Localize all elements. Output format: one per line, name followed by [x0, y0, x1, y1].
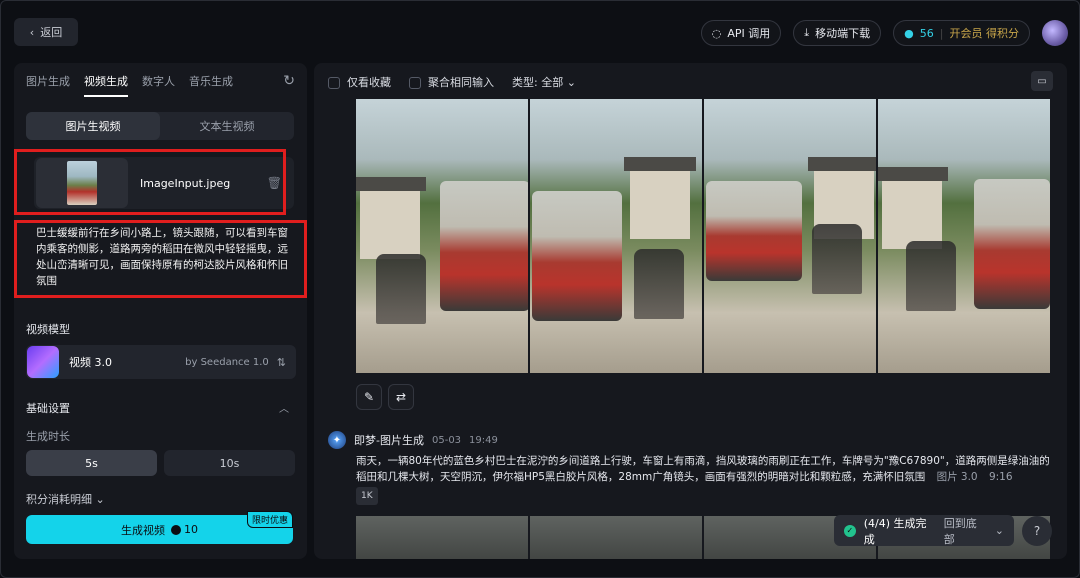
back-to-bottom-link[interactable]: 回到底部: [944, 515, 987, 547]
duration-label: 生成时长: [26, 430, 70, 443]
cost-detail-toggle[interactable]: 积分消耗明细 ⌄: [26, 491, 105, 507]
result-image[interactable]: [530, 99, 702, 373]
duration-10s[interactable]: 10s: [164, 450, 295, 476]
chevron-down-icon: ⌄: [994, 524, 1004, 537]
image-results-row: [356, 99, 1050, 373]
download-icon: ⤓: [804, 26, 810, 39]
api-button[interactable]: ◌ API 调用: [700, 20, 782, 46]
results-panel: 仅看收藏 聚合相同输入 类型: 全部 ⌄ ▭ ✎ ⇄ ✦ 即梦-图片生成 05-…: [314, 63, 1067, 559]
tab-digital-human[interactable]: 数字人: [142, 73, 175, 97]
refresh-icon[interactable]: ↻: [283, 73, 295, 89]
toast-status: (4/4) 生成完成: [863, 516, 927, 546]
chevron-up-icon[interactable]: ︿: [279, 400, 289, 415]
result-image[interactable]: [356, 516, 528, 559]
result-image[interactable]: [878, 99, 1050, 373]
pencil-icon: ✎: [363, 390, 375, 404]
folder-icon[interactable]: ▭: [1031, 71, 1053, 91]
generate-cost-value: 10: [184, 523, 198, 536]
points-icon: ●: [904, 26, 914, 40]
tab-image-generation[interactable]: 图片生成: [26, 73, 70, 97]
duration-5s[interactable]: 5s: [26, 450, 157, 476]
tab-music-generation[interactable]: 音乐生成: [189, 73, 233, 97]
upload-highlight-box: [14, 149, 286, 215]
generate-video-button[interactable]: 生成视频 10 限时优惠: [26, 511, 293, 544]
api-label: API 调用: [727, 27, 771, 40]
result-image[interactable]: [356, 99, 528, 373]
download-label: 移动端下载: [815, 27, 871, 40]
house-shape: [356, 177, 426, 259]
generation-ratio: 9:16: [988, 471, 1013, 483]
model-icon: [27, 346, 59, 378]
chevron-down-icon: ⌄: [95, 493, 105, 506]
resolution-tag: 1K: [356, 487, 378, 505]
checkbox[interactable]: [328, 77, 340, 89]
generation-source: 即梦-图片生成: [354, 434, 424, 447]
help-button[interactable]: ?: [1022, 516, 1052, 546]
type-filter-label: 类型: 全部: [512, 76, 564, 89]
mode-switch: 图片生视频 文本生视频: [26, 112, 294, 140]
dreamina-logo-icon: ✦: [328, 431, 346, 449]
api-icon: ◌: [711, 26, 722, 40]
left-panel: 图片生成 视频生成 数字人 音乐生成 ↻ 图片生视频 文本生视频 ImageIn…: [14, 63, 307, 559]
check-icon: ✓: [844, 524, 856, 537]
bus-shape: [440, 181, 528, 311]
filter-bar: 仅看收藏 聚合相同输入 类型: 全部 ⌄: [328, 74, 576, 90]
house-shape: [878, 167, 948, 249]
repeat-icon: ⇄: [395, 390, 407, 404]
result-image[interactable]: [704, 99, 876, 373]
model-section-label: 视频模型: [26, 323, 70, 336]
bus-shape: [706, 181, 802, 281]
merge-label: 聚合相同输入: [428, 76, 494, 89]
favorites-filter[interactable]: 仅看收藏: [328, 74, 391, 90]
mobile-download-button[interactable]: ⤓ 移动端下载: [793, 20, 882, 46]
generation-time: 19:49: [469, 434, 498, 446]
chevron-down-icon: ⌄: [566, 76, 576, 89]
people-shape: [812, 224, 862, 294]
bus-shape: [974, 179, 1050, 309]
mode-text-to-video[interactable]: 文本生视频: [160, 112, 294, 140]
points-value: 56: [919, 26, 934, 40]
model-selector[interactable]: 视频 3.0 by Seedance 1.0 ⇅: [26, 345, 296, 379]
generate-cost: 10: [171, 523, 198, 536]
back-button[interactable]: ‹ 返回: [14, 18, 78, 46]
model-provider: by Seedance 1.0: [185, 356, 269, 368]
model-name: 视频 3.0: [69, 356, 112, 369]
divider: |: [939, 26, 944, 40]
regenerate-button[interactable]: ⇄: [388, 384, 414, 410]
edit-button[interactable]: ✎: [356, 384, 382, 410]
type-filter[interactable]: 类型: 全部 ⌄: [512, 74, 576, 90]
bus-shape: [532, 191, 622, 321]
points-vip-button[interactable]: ● 56 | 开会员 得积分: [893, 20, 1030, 46]
people-shape: [906, 241, 956, 311]
back-label: 返回: [40, 26, 63, 39]
chevron-left-icon: ‹: [29, 25, 35, 39]
checkbox[interactable]: [409, 77, 421, 89]
people-shape: [634, 249, 684, 319]
basic-settings-label: 基础设置: [26, 402, 70, 415]
vip-label: 开会员 得积分: [949, 27, 1020, 40]
creation-tabs: 图片生成 视频生成 数字人 音乐生成: [26, 73, 233, 97]
result-image[interactable]: [530, 516, 702, 559]
prompt-highlight-box: [14, 220, 307, 298]
tab-video-generation[interactable]: 视频生成: [84, 73, 128, 97]
avatar[interactable]: [1042, 20, 1068, 46]
generation-prompt: 雨天，一辆80年代的蓝色乡村巴士在泥泞的乡间道路上行驶，车窗上有雨滴，挡风玻璃的…: [356, 453, 1052, 505]
settings-sliders-icon[interactable]: ⇅: [277, 356, 286, 369]
mode-image-to-video[interactable]: 图片生视频: [26, 112, 160, 140]
generate-label: 生成视频: [121, 523, 165, 537]
people-shape: [376, 254, 426, 324]
generation-header: ✦ 即梦-图片生成 05-03 19:49: [328, 431, 498, 449]
generation-model: 图片 3.0: [936, 471, 978, 483]
generation-status-toast[interactable]: ✓ (4/4) 生成完成 回到底部 ⌄: [834, 515, 1014, 546]
promo-badge: 限时优惠: [246, 511, 293, 528]
house-shape: [624, 157, 696, 239]
points-icon: [171, 524, 181, 535]
generation-date: 05-03: [431, 434, 462, 446]
cost-detail-label: 积分消耗明细: [26, 493, 92, 506]
question-icon: ?: [1033, 524, 1041, 538]
merge-filter[interactable]: 聚合相同输入: [409, 74, 494, 90]
top-actions: ◌ API 调用 ⤓ 移动端下载 ● 56 | 开会员 得积分: [700, 20, 1068, 46]
favorites-label: 仅看收藏: [347, 76, 391, 89]
